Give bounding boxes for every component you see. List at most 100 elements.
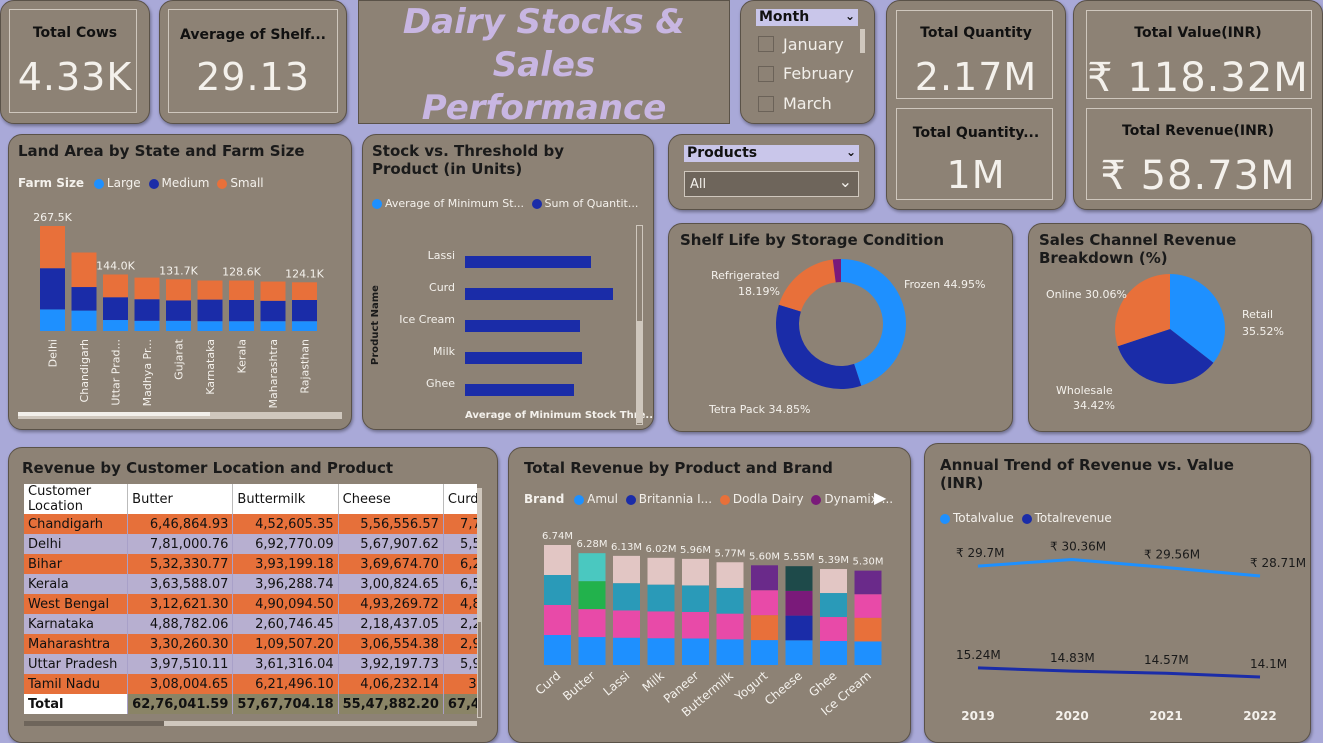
table-cell: 3,08,004.65	[127, 674, 234, 694]
stock-threshold-chart-card: Stock vs. Threshold by Product (in Units…	[362, 134, 654, 430]
bar-segment	[40, 309, 65, 331]
bar-segment	[544, 605, 571, 635]
table-cell: 2,96	[443, 634, 477, 654]
column-header[interactable]: Curd	[443, 484, 477, 514]
table-row[interactable]: Kerala 3,63,588.07 3,96,288.74 3,00,824.65 6…	[24, 574, 477, 594]
bar-segment	[820, 593, 847, 618]
table-row[interactable]: Tamil Nadu 3,08,004.65 6,21,496.10 4,06,232…	[24, 674, 477, 694]
trend-line	[977, 666, 1261, 679]
option-february[interactable]: February	[783, 64, 854, 83]
data-label: 5.96M	[680, 545, 711, 556]
x-tick-label: Rajasthan	[299, 339, 312, 394]
slicer-scrollbar[interactable]	[860, 29, 865, 53]
x-tick-label: 2020	[1055, 709, 1088, 723]
bar-segment	[716, 587, 744, 614]
table-row[interactable]: Delhi 7,81,000.76 6,92,770.09 5,67,907.62 5,…	[24, 534, 477, 554]
table-cell: 2,60,746.45	[232, 614, 339, 634]
bar-segment	[544, 635, 571, 665]
bar-segment	[71, 287, 97, 311]
table-cell: 3,93,199.18	[232, 554, 339, 574]
total-cell: 57,67,704.18	[232, 694, 339, 714]
table-cell: 1,09,507.20	[232, 634, 339, 654]
bar-segment	[647, 638, 675, 665]
bar-segment	[229, 280, 254, 300]
annual-trend-chart-card: Annual Trend of Revenue vs. Value (INR) …	[924, 443, 1311, 743]
table-row[interactable]: Bihar 5,32,330.77 3,93,199.18 3,69,674.70 6,…	[24, 554, 477, 574]
checkbox-march[interactable]	[758, 96, 774, 112]
data-label: 131.7K	[159, 264, 198, 277]
table-cell: 4,93,269.72	[338, 594, 444, 614]
data-label: 128.6K	[222, 266, 261, 279]
bar-segment	[197, 321, 223, 331]
bar-segment	[785, 566, 813, 591]
x-tick-label: Butter	[560, 669, 598, 704]
kpi-label: Total Cows	[32, 25, 118, 41]
x-tick-label: Chandigarh	[78, 339, 91, 402]
month-slicer-title: Month	[759, 9, 810, 25]
kpi-value: ₹ 118.32M	[1087, 55, 1309, 101]
bar-segment	[40, 268, 65, 310]
bar-segment	[785, 590, 813, 616]
table-cell: 3,1	[443, 674, 477, 694]
data-label: 5.39M	[818, 555, 849, 566]
sales-channel-chart-card: Sales Channel Revenue Breakdown (%) Reta…	[1028, 223, 1312, 432]
table-cell: 2,18,437.05	[338, 614, 444, 634]
scrollbar-thumb[interactable]	[24, 721, 164, 726]
bar-segment	[197, 280, 223, 300]
table-row[interactable]: Chandigarh 6,46,864.93 4,52,605.35 5,56,556…	[24, 514, 477, 534]
option-march[interactable]: March	[783, 94, 832, 113]
month-slicer: Month ⌄ January February March	[740, 0, 875, 124]
bar-segment	[166, 300, 191, 321]
scrollbar-thumb[interactable]	[477, 488, 482, 622]
bar-segment	[682, 611, 709, 639]
sales-channel-plot: Retail 35.52% Wholesale 34.42% Online 30.06%	[1046, 274, 1284, 412]
data-label: 144.0K	[96, 259, 135, 272]
checkbox-february[interactable]	[758, 66, 774, 82]
data-label: ₹ 29.7M	[956, 546, 1005, 560]
table-cell: 6,92,770.09	[232, 534, 339, 554]
column-header[interactable]: Cheese	[338, 484, 444, 514]
chevron-down-icon: ⌄	[844, 9, 855, 23]
scrollbar-thumb[interactable]	[636, 321, 643, 423]
table-cell: Kerala	[24, 574, 129, 594]
table-cell: 2,27	[443, 614, 477, 634]
bar-segment	[103, 320, 128, 331]
bar-segment	[785, 640, 813, 665]
table-cell: 5,99	[443, 654, 477, 674]
bar-segment	[647, 584, 675, 612]
month-slicer-header[interactable]: Month ⌄	[756, 9, 858, 26]
bar-segment	[613, 637, 640, 665]
bar-segment	[716, 639, 744, 665]
kpi-value: 1M	[946, 153, 1006, 197]
option-january[interactable]: January	[783, 35, 844, 54]
table-cell: 6,50	[443, 574, 477, 594]
table-row[interactable]: Uttar Pradesh 3,97,510.11 3,61,316.04 3,92,…	[24, 654, 477, 674]
checkbox-january[interactable]	[758, 36, 774, 52]
column-header[interactable]: Buttermilk	[232, 484, 339, 514]
table-row[interactable]: West Bengal 3,12,621.30 4,90,094.50 4,93,26…	[24, 594, 477, 614]
title-line: Sales	[492, 45, 596, 85]
kpi-value: 4.33K	[17, 55, 133, 99]
column-header[interactable]: Butter	[127, 484, 234, 514]
total-cell: 62,76,041.59	[127, 694, 234, 714]
products-dropdown[interactable]: All ⌄	[684, 171, 859, 197]
slice-label: Retail	[1242, 308, 1273, 321]
bar-segment	[71, 310, 97, 331]
table-cell: 3,06,554.38	[338, 634, 444, 654]
bar-segment	[854, 570, 882, 595]
y-tick-label: Ghee	[426, 377, 455, 390]
bar-segment	[292, 321, 317, 331]
table-cell: 4,84	[443, 594, 477, 614]
data-label: 14.1M	[1250, 657, 1287, 671]
kpi-total-cows-card: Total Cows 4.33K	[0, 0, 150, 124]
total-cell: 67,43	[443, 694, 477, 714]
table-row[interactable]: Maharashtra 3,30,260.30 1,09,507.20 3,06,55…	[24, 634, 477, 654]
column-header[interactable]: Customer Location	[24, 484, 129, 514]
data-label: 6.74M	[542, 531, 573, 542]
table-row[interactable]: Karnataka 4,88,782.06 2,60,746.45 2,18,437.…	[24, 614, 477, 634]
products-slicer-header[interactable]: Products ⌄	[684, 145, 859, 162]
data-label: 5.60M	[749, 551, 780, 562]
table-cell: West Bengal	[24, 594, 129, 614]
scrollbar-thumb[interactable]	[18, 412, 210, 416]
x-tick-label: Delhi	[47, 339, 60, 367]
